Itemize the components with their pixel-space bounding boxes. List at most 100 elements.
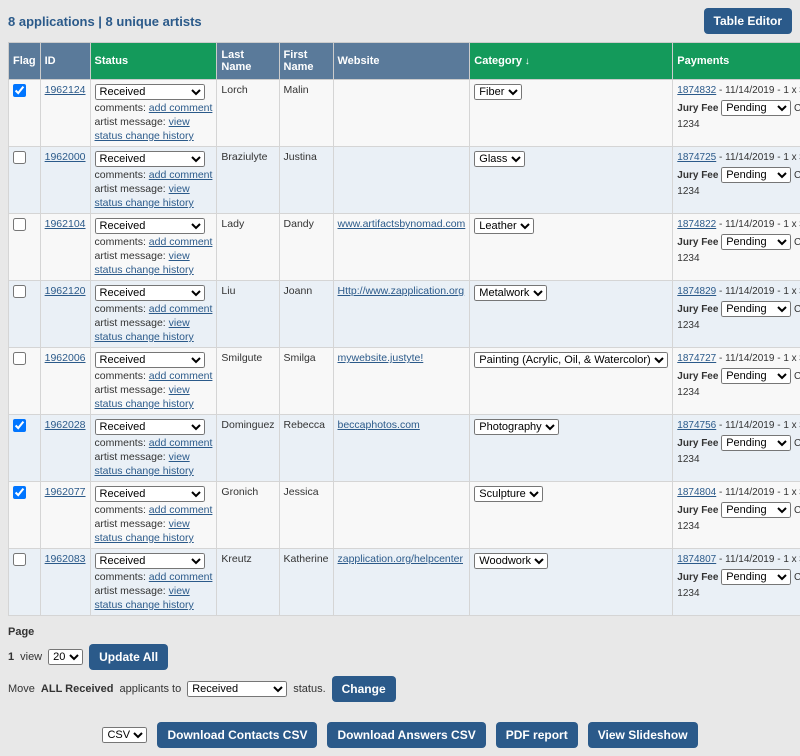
status-history-link[interactable]: status change history	[95, 599, 194, 611]
status-history-link[interactable]: status change history	[95, 197, 194, 209]
move-status-select[interactable]: Received	[187, 681, 287, 697]
flag-checkbox[interactable]	[13, 486, 26, 499]
artist-msg-link[interactable]: view	[169, 518, 190, 530]
status-select[interactable]: Received	[95, 285, 205, 301]
app-id-link[interactable]: 1962077	[45, 486, 86, 498]
artist-msg-link[interactable]: view	[169, 384, 190, 396]
artist-msg-link[interactable]: view	[169, 183, 190, 195]
artist-msg-link[interactable]: view	[169, 451, 190, 463]
app-id-link[interactable]: 1962028	[45, 419, 86, 431]
col-flag[interactable]: Flag	[9, 43, 41, 80]
status-history-link[interactable]: status change history	[95, 465, 194, 477]
status-history-link[interactable]: status change history	[95, 331, 194, 343]
add-comment-link[interactable]: add comment	[149, 236, 213, 248]
artist-msg-link[interactable]: view	[169, 585, 190, 597]
status-history-link[interactable]: status change history	[95, 398, 194, 410]
website-link[interactable]: zapplication.org/helpcenter	[338, 553, 464, 565]
add-comment-link[interactable]: add comment	[149, 571, 213, 583]
website-link[interactable]: beccaphotos.com	[338, 419, 420, 431]
update-all-button[interactable]: Update All	[89, 644, 168, 670]
export-format-select[interactable]: CSV	[102, 727, 147, 743]
table-row: 1962028Receivedcomments: add commentarti…	[9, 415, 800, 482]
status-history-link[interactable]: status change history	[95, 532, 194, 544]
category-select[interactable]: Photography	[474, 419, 559, 435]
status-select[interactable]: Received	[95, 419, 205, 435]
add-comment-link[interactable]: add comment	[149, 102, 213, 114]
status-select[interactable]: Received	[95, 84, 205, 100]
category-select[interactable]: Leather	[474, 218, 534, 234]
add-comment-link[interactable]: add comment	[149, 370, 213, 382]
col-last-name[interactable]: Last Name	[217, 43, 279, 80]
status-history-link[interactable]: status change history	[95, 130, 194, 142]
view-count-select[interactable]: 20	[48, 649, 83, 665]
category-select[interactable]: Painting (Acrylic, Oil, & Watercolor)	[474, 352, 668, 368]
artist-msg-link[interactable]: view	[169, 116, 190, 128]
first-name-cell: Smilga	[279, 348, 333, 415]
app-id-link[interactable]: 1962083	[45, 553, 86, 565]
flag-checkbox[interactable]	[13, 151, 26, 164]
artist-msg-link[interactable]: view	[169, 250, 190, 262]
payment-status-select[interactable]: Pending	[721, 301, 791, 317]
category-select[interactable]: Woodwork	[474, 553, 548, 569]
app-id-link[interactable]: 1962006	[45, 352, 86, 364]
check-num: 1234	[677, 185, 800, 199]
flag-checkbox[interactable]	[13, 84, 26, 97]
payment-id-link[interactable]: 1874804	[677, 487, 716, 498]
payment-status-select[interactable]: Pending	[721, 234, 791, 250]
app-id-link[interactable]: 1962000	[45, 151, 86, 163]
payment-id-link[interactable]: 1874807	[677, 554, 716, 565]
last-name-cell: Lady	[217, 214, 279, 281]
website-link[interactable]: Http://www.zapplication.org	[338, 285, 465, 297]
flag-checkbox[interactable]	[13, 352, 26, 365]
payment-id-link[interactable]: 1874822	[677, 219, 716, 230]
payment-status-select[interactable]: Pending	[721, 435, 791, 451]
category-select[interactable]: Glass	[474, 151, 525, 167]
status-select[interactable]: Received	[95, 151, 205, 167]
flag-checkbox[interactable]	[13, 285, 26, 298]
status-history-link[interactable]: status change history	[95, 264, 194, 276]
payment-id-link[interactable]: 1874727	[677, 353, 716, 364]
app-id-link[interactable]: 1962124	[45, 84, 86, 96]
col-status[interactable]: Status	[90, 43, 217, 80]
flag-checkbox[interactable]	[13, 553, 26, 566]
status-select[interactable]: Received	[95, 352, 205, 368]
status-select[interactable]: Received	[95, 553, 205, 569]
pdf-report-button[interactable]: PDF report	[496, 722, 578, 748]
last-name-cell: Gronich	[217, 482, 279, 549]
category-select[interactable]: Metalwork	[474, 285, 547, 301]
change-button[interactable]: Change	[332, 676, 396, 702]
col-payments[interactable]: Payments	[673, 43, 800, 80]
app-id-link[interactable]: 1962120	[45, 285, 86, 297]
col-first-name[interactable]: First Name	[279, 43, 333, 80]
payment-status-select[interactable]: Pending	[721, 167, 791, 183]
download-answers-button[interactable]: Download Answers CSV	[327, 722, 485, 748]
category-select[interactable]: Fiber	[474, 84, 522, 100]
col-id[interactable]: ID	[40, 43, 90, 80]
download-contacts-button[interactable]: Download Contacts CSV	[157, 722, 317, 748]
table-editor-button[interactable]: Table Editor	[704, 8, 792, 34]
payment-status-select[interactable]: Pending	[721, 569, 791, 585]
add-comment-link[interactable]: add comment	[149, 303, 213, 315]
payment-id-link[interactable]: 1874756	[677, 420, 716, 431]
payment-status-select[interactable]: Pending	[721, 368, 791, 384]
flag-checkbox[interactable]	[13, 419, 26, 432]
status-select[interactable]: Received	[95, 486, 205, 502]
view-slideshow-button[interactable]: View Slideshow	[588, 722, 698, 748]
payment-status-select[interactable]: Pending	[721, 502, 791, 518]
website-link[interactable]: www.artifactsbynomad.com	[338, 218, 466, 230]
add-comment-link[interactable]: add comment	[149, 504, 213, 516]
col-website[interactable]: Website	[333, 43, 470, 80]
payment-status-select[interactable]: Pending	[721, 100, 791, 116]
add-comment-link[interactable]: add comment	[149, 169, 213, 181]
website-link[interactable]: mywebsite.justyte!	[338, 352, 424, 364]
category-select[interactable]: Sculpture	[474, 486, 543, 502]
payment-id-link[interactable]: 1874832	[677, 85, 716, 96]
add-comment-link[interactable]: add comment	[149, 437, 213, 449]
status-select[interactable]: Received	[95, 218, 205, 234]
col-category[interactable]: Category	[470, 43, 673, 80]
payment-id-link[interactable]: 1874725	[677, 152, 716, 163]
payment-id-link[interactable]: 1874829	[677, 286, 716, 297]
flag-checkbox[interactable]	[13, 218, 26, 231]
artist-msg-link[interactable]: view	[169, 317, 190, 329]
app-id-link[interactable]: 1962104	[45, 218, 86, 230]
